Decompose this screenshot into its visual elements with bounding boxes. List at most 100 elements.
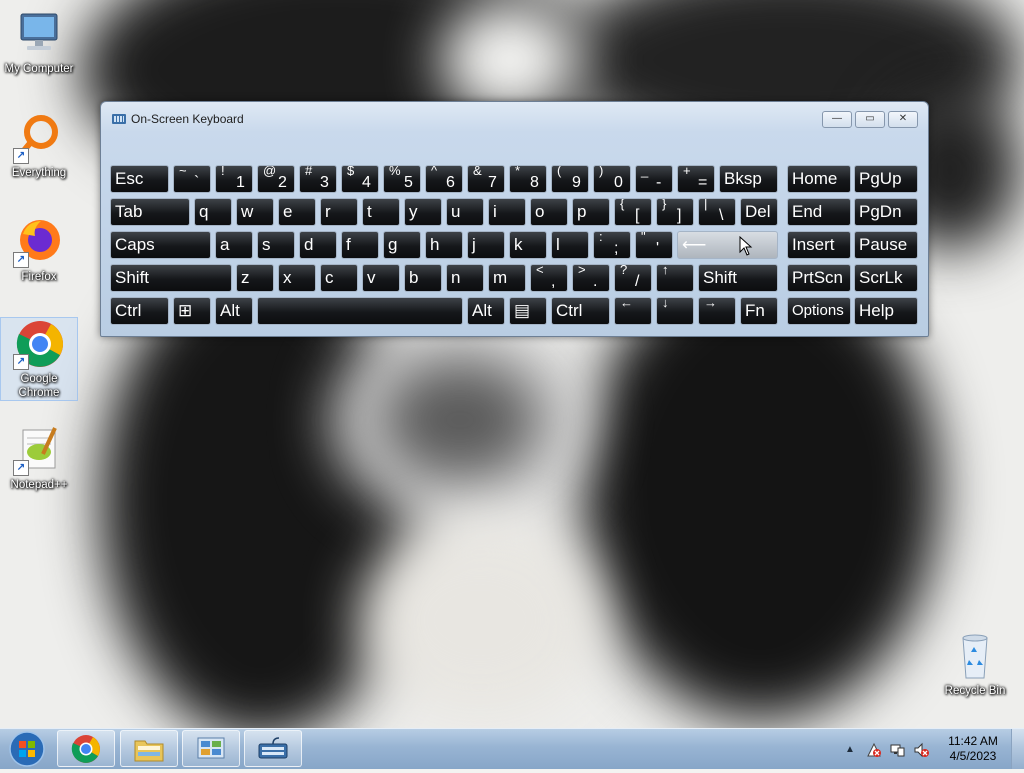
key-r0c2[interactable]: ! 1 bbox=[215, 165, 253, 193]
key-r0c13[interactable]: + = bbox=[677, 165, 715, 193]
key-s[interactable]: s bbox=[257, 231, 295, 259]
key-r4c9[interactable]: → bbox=[698, 297, 736, 325]
key-r0c12[interactable]: _ - bbox=[635, 165, 673, 193]
desktop-icon-recycle-bin[interactable]: Recycle Bin bbox=[937, 630, 1013, 698]
key-insert[interactable]: Insert bbox=[787, 231, 851, 259]
key-caps[interactable]: Caps bbox=[110, 231, 211, 259]
taskbar-button-explorer[interactable] bbox=[120, 730, 178, 767]
key-r0c5[interactable]: $4 bbox=[341, 165, 379, 193]
key-end[interactable]: End bbox=[787, 198, 851, 226]
key-fn[interactable]: Fn bbox=[740, 297, 778, 325]
key-n[interactable]: n bbox=[446, 264, 484, 292]
key-f[interactable]: f bbox=[341, 231, 379, 259]
key-tab[interactable]: Tab bbox=[110, 198, 190, 226]
key-r4c8[interactable]: ↓ bbox=[656, 297, 694, 325]
restore-button[interactable]: ▭ bbox=[855, 111, 885, 128]
key-del[interactable]: Del bbox=[740, 198, 778, 226]
key-shift[interactable]: Shift bbox=[110, 264, 232, 292]
key-ctrl[interactable]: Ctrl bbox=[110, 297, 169, 325]
key-r4c7[interactable]: ← bbox=[614, 297, 652, 325]
key-h[interactable]: h bbox=[425, 231, 463, 259]
key-w[interactable]: w bbox=[236, 198, 274, 226]
key-b[interactable]: b bbox=[404, 264, 442, 292]
key-y[interactable]: y bbox=[404, 198, 442, 226]
system-clock[interactable]: 11:42 AM 4/5/2023 bbox=[935, 734, 1011, 764]
taskbar-button-on-screen-keyboard[interactable] bbox=[244, 730, 302, 767]
key-[interactable]: ▤ bbox=[509, 297, 547, 325]
key-ctrl[interactable]: Ctrl bbox=[551, 297, 610, 325]
key-t[interactable]: t bbox=[362, 198, 400, 226]
key-i[interactable]: i bbox=[488, 198, 526, 226]
key-r0c7[interactable]: ^ 6 bbox=[425, 165, 463, 193]
key-r0c8[interactable]: & 7 bbox=[467, 165, 505, 193]
key-r1c12[interactable]: }] bbox=[656, 198, 694, 226]
desktop-icon-my-computer[interactable]: My Computer bbox=[1, 8, 77, 76]
desktop-icon-google-chrome[interactable]: ↗ Google Chrome bbox=[0, 317, 78, 401]
key-g[interactable]: g bbox=[383, 231, 421, 259]
key-k[interactable]: k bbox=[509, 231, 547, 259]
desktop-icon-firefox[interactable]: ↗ Firefox bbox=[1, 216, 77, 284]
key-m[interactable]: m bbox=[488, 264, 526, 292]
key-r0c11[interactable]: ) 0 bbox=[593, 165, 631, 193]
key-d[interactable]: d bbox=[299, 231, 337, 259]
key-pause[interactable]: Pause bbox=[854, 231, 918, 259]
close-button[interactable]: ✕ bbox=[888, 111, 918, 128]
key-u[interactable]: u bbox=[446, 198, 484, 226]
key-r1c13[interactable]: | \ bbox=[698, 198, 736, 226]
key-r0c10[interactable]: (9 bbox=[551, 165, 589, 193]
key-pgdn[interactable]: PgDn bbox=[854, 198, 918, 226]
key-alt[interactable]: Alt bbox=[215, 297, 253, 325]
key-space[interactable] bbox=[257, 297, 463, 325]
key-r3c10[interactable]: ? / bbox=[614, 264, 652, 292]
shortcut-arrow-icon: ↗ bbox=[13, 460, 29, 476]
key-z[interactable]: z bbox=[236, 264, 274, 292]
start-button[interactable] bbox=[4, 730, 50, 768]
key-bksp[interactable]: Bksp bbox=[719, 165, 778, 193]
action-center-icon[interactable] bbox=[866, 742, 882, 758]
key-esc[interactable]: Esc bbox=[110, 165, 169, 193]
key-x[interactable]: x bbox=[278, 264, 316, 292]
taskbar-button-chrome[interactable] bbox=[57, 730, 115, 767]
key-r3c8[interactable]: <, bbox=[530, 264, 568, 292]
key-o[interactable]: o bbox=[530, 198, 568, 226]
taskbar-button-control-panel[interactable] bbox=[182, 730, 240, 767]
key-shift[interactable]: Shift bbox=[698, 264, 778, 292]
key-r0c9[interactable]: * 8 bbox=[509, 165, 547, 193]
key-r[interactable]: r bbox=[320, 198, 358, 226]
minimize-button[interactable]: — bbox=[822, 111, 852, 128]
osk-titlebar[interactable]: On-Screen Keyboard — ▭ ✕ bbox=[101, 102, 928, 136]
key-e[interactable]: e bbox=[278, 198, 316, 226]
key-j[interactable]: j bbox=[467, 231, 505, 259]
osk-window[interactable]: On-Screen Keyboard — ▭ ✕ Esc ~ `! 1 @2 #3 $4% 5… bbox=[100, 101, 929, 337]
key-scrlk[interactable]: ScrLk bbox=[854, 264, 918, 292]
key-r1c11[interactable]: {[ bbox=[614, 198, 652, 226]
key-prtscn[interactable]: PrtScn bbox=[787, 264, 851, 292]
key-r3c9[interactable]: >. bbox=[572, 264, 610, 292]
key-r2c11[interactable]: " ' bbox=[635, 231, 673, 259]
key-r0c4[interactable]: #3 bbox=[299, 165, 337, 193]
volume-muted-icon[interactable] bbox=[914, 742, 930, 758]
key-l[interactable]: l bbox=[551, 231, 589, 259]
key-q[interactable]: q bbox=[194, 198, 232, 226]
key-v[interactable]: v bbox=[362, 264, 400, 292]
key-help[interactable]: Help bbox=[854, 297, 918, 325]
key-[interactable]: ⊞ bbox=[173, 297, 211, 325]
key-p[interactable]: p bbox=[572, 198, 610, 226]
key-options[interactable]: Options bbox=[787, 297, 851, 325]
key-r0c3[interactable]: @2 bbox=[257, 165, 295, 193]
key-[interactable]: ⟵ bbox=[677, 231, 778, 259]
key-alt[interactable]: Alt bbox=[467, 297, 505, 325]
key-r2c10[interactable]: :; bbox=[593, 231, 631, 259]
key-r3c11[interactable]: ↑ bbox=[656, 264, 694, 292]
key-a[interactable]: a bbox=[215, 231, 253, 259]
key-r0c1[interactable]: ~ ` bbox=[173, 165, 211, 193]
show-hidden-icons-button[interactable]: ▲ bbox=[845, 742, 861, 758]
key-r0c6[interactable]: % 5 bbox=[383, 165, 421, 193]
desktop-icon-everything[interactable]: ↗ Everything bbox=[1, 112, 77, 180]
network-icon[interactable] bbox=[890, 742, 906, 758]
key-c[interactable]: c bbox=[320, 264, 358, 292]
desktop-icon-notepadpp[interactable]: ↗ Notepad++ bbox=[1, 424, 77, 492]
key-home[interactable]: Home bbox=[787, 165, 851, 193]
key-pgup[interactable]: PgUp bbox=[854, 165, 918, 193]
show-desktop-button[interactable] bbox=[1011, 729, 1024, 769]
